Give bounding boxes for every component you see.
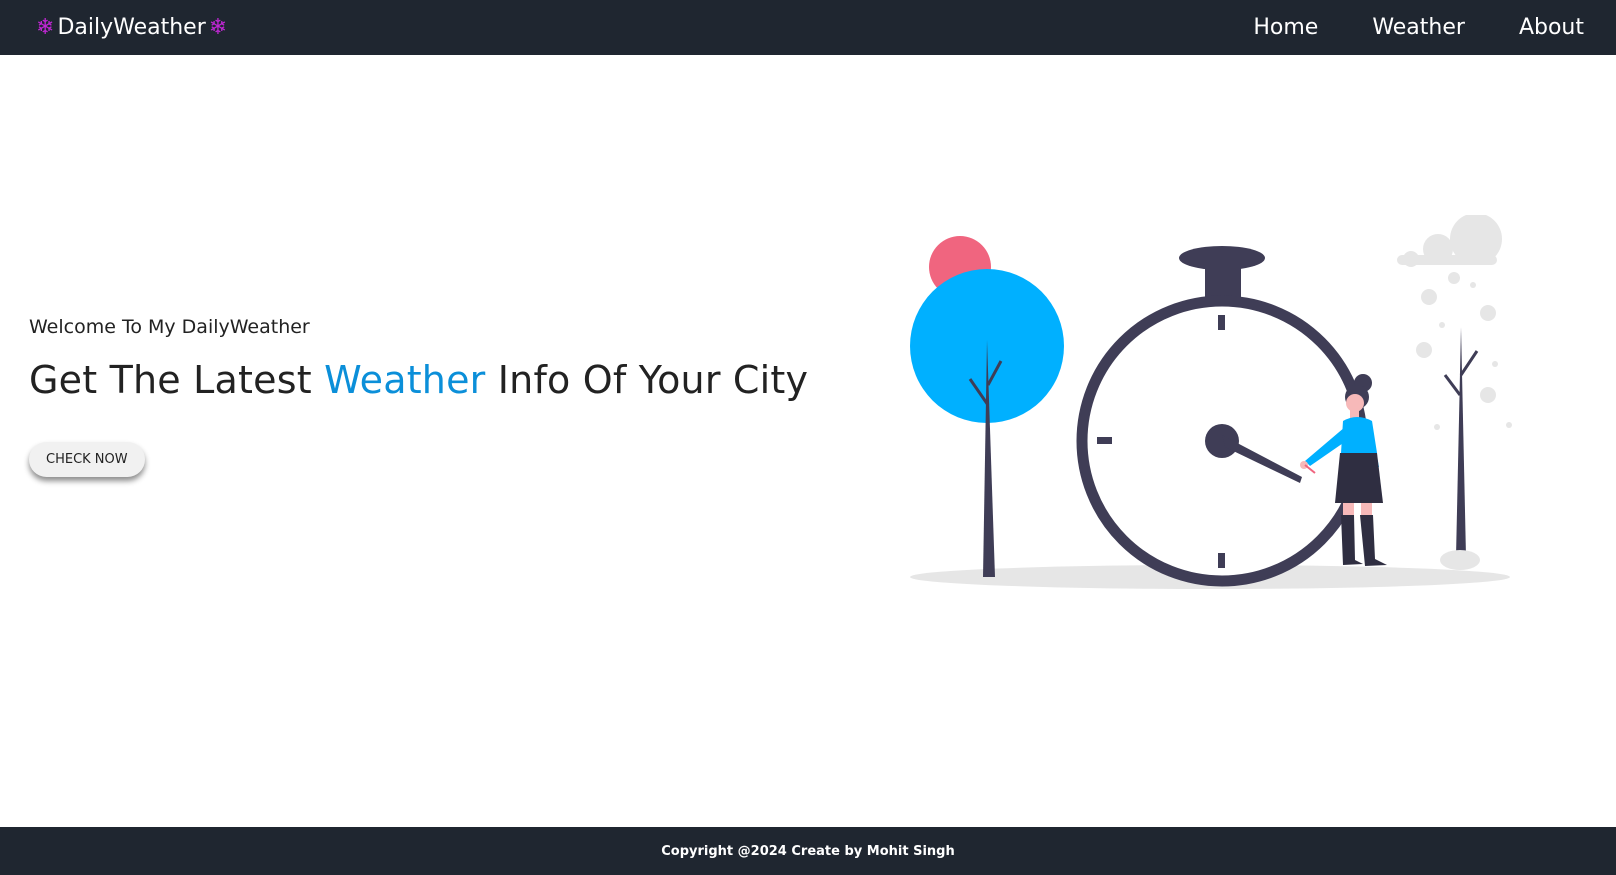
check-now-button[interactable]: CHECK NOW [29,442,145,477]
tick-mark [1097,437,1112,444]
headline-part-2: Info Of Your City [485,358,809,402]
nav-link-about[interactable]: About [1519,15,1584,40]
stopwatch-woman-trees-illustration [910,215,1512,589]
nav-link-weather[interactable]: Weather [1372,15,1465,40]
snowflake-icon: ❄ [208,14,228,40]
tree-branch [1459,350,1479,376]
snow-pile [1440,550,1480,570]
nav-link-home[interactable]: Home [1253,15,1318,40]
tree-branch [1443,374,1462,396]
page-footer: Copyright @2024 Create by Mohit Singh [0,827,1616,875]
headline-accent-word: Weather [324,358,486,402]
cloud-icon [1397,215,1502,267]
headline-part-1: Get The Latest [29,358,325,402]
bare-tree-trunk [1456,327,1466,557]
tick-mark [1218,315,1225,330]
nav-links: Home Weather About [1199,15,1584,40]
tick-mark [1218,553,1225,568]
hero-section: Welcome To My DailyWeather Get The Lates… [29,316,808,477]
top-navbar: ❄ DailyWeather ❄ Home Weather About [0,0,1616,55]
snowflake-icon: ❄ [36,14,55,40]
snowfall [1416,272,1512,430]
stopwatch-center [1205,424,1239,458]
brand-name: DailyWeather [57,15,206,40]
hero-headline: Get The Latest Weather Info Of Your City [29,358,808,402]
brand-logo-link[interactable]: ❄ DailyWeather ❄ [36,15,227,40]
copyright-text: Copyright @2024 Create by Mohit Singh [661,843,955,859]
welcome-text: Welcome To My DailyWeather [29,316,310,338]
